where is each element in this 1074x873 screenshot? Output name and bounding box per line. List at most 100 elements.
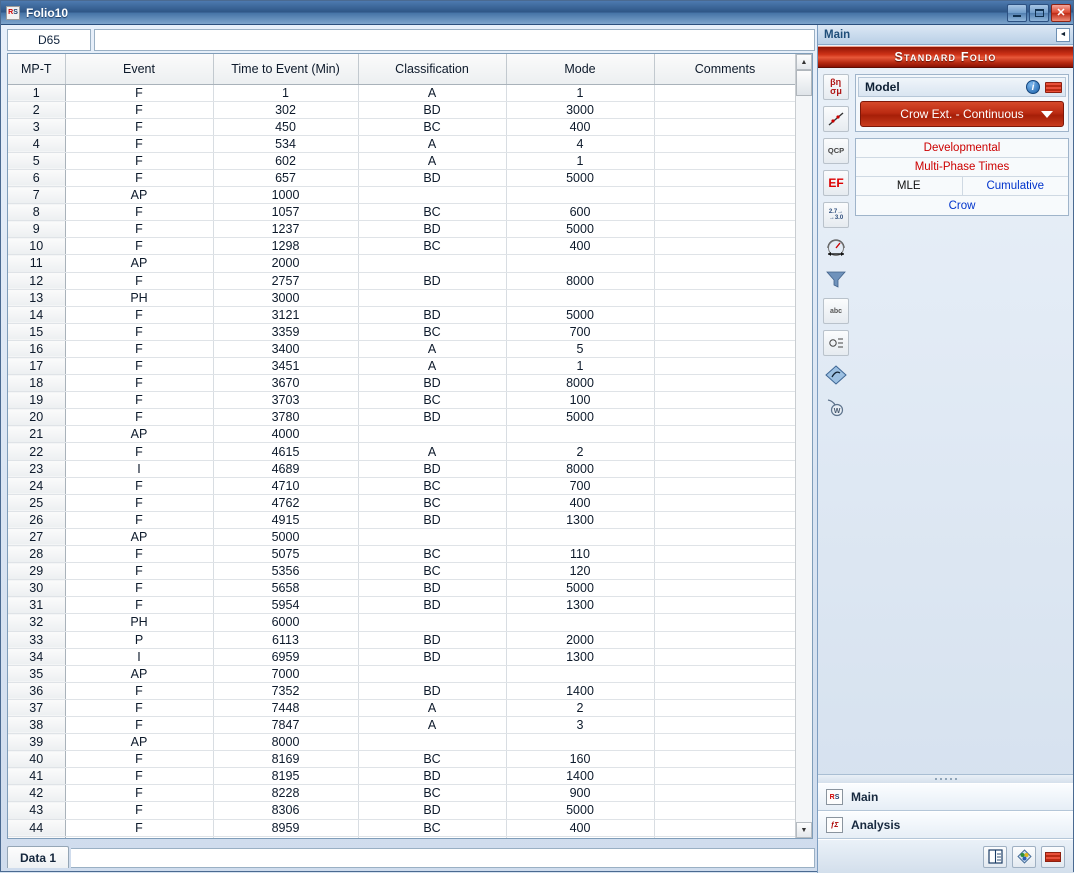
convert-units-icon[interactable]: 2.7→→3.0 (823, 202, 849, 228)
table-cell[interactable]: BD (358, 580, 506, 597)
table-cell[interactable] (654, 426, 795, 443)
row-header-cell[interactable]: 30 (8, 580, 65, 597)
row-header-cell[interactable]: 42 (8, 785, 65, 802)
row-header-cell[interactable]: 45 (8, 836, 65, 838)
row-header-cell[interactable]: 3 (8, 118, 65, 135)
table-cell[interactable]: 8959 (213, 819, 358, 836)
table-row[interactable]: 16F3400A5 (8, 340, 795, 357)
table-cell[interactable]: 160 (506, 751, 654, 768)
table-cell[interactable]: 3000 (213, 289, 358, 306)
table-cell[interactable] (358, 528, 506, 545)
table-cell[interactable] (506, 614, 654, 631)
scroll-track[interactable] (796, 70, 812, 822)
table-cell[interactable]: 6113 (213, 631, 358, 648)
table-cell[interactable]: F (65, 682, 213, 699)
table-cell[interactable]: 5000 (506, 409, 654, 426)
table-cell[interactable]: 6959 (213, 648, 358, 665)
table-cell[interactable] (358, 614, 506, 631)
table-cell[interactable]: BC (358, 204, 506, 221)
row-header-cell[interactable]: 33 (8, 631, 65, 648)
table-cell[interactable]: 3400 (213, 340, 358, 357)
table-cell[interactable]: F (65, 306, 213, 323)
table-cell[interactable]: BD (358, 802, 506, 819)
grid-vertical-scrollbar[interactable]: ▲ ▼ (795, 54, 812, 838)
table-cell[interactable]: BC (358, 392, 506, 409)
table-cell[interactable]: 400 (506, 238, 654, 255)
table-cell[interactable]: 5356 (213, 563, 358, 580)
table-cell[interactable] (654, 699, 795, 716)
row-header-cell[interactable]: 28 (8, 546, 65, 563)
table-row[interactable]: 4F534A4 (8, 135, 795, 152)
table-cell[interactable]: AP (65, 426, 213, 443)
table-cell[interactable] (506, 255, 654, 272)
row-header-cell[interactable]: 10 (8, 238, 65, 255)
row-header-cell[interactable]: 22 (8, 443, 65, 460)
table-cell[interactable] (654, 546, 795, 563)
row-header-cell[interactable]: 16 (8, 340, 65, 357)
table-cell[interactable]: F (65, 118, 213, 135)
collapse-panel-button[interactable]: ◄ (1056, 28, 1070, 42)
table-cell[interactable]: F (65, 238, 213, 255)
table-cell[interactable]: 400 (506, 118, 654, 135)
table-row[interactable]: 19F3703BC100 (8, 392, 795, 409)
table-cell[interactable]: 110 (506, 546, 654, 563)
table-cell[interactable]: F (65, 699, 213, 716)
table-cell[interactable] (654, 84, 795, 101)
row-header-cell[interactable]: 8 (8, 204, 65, 221)
table-row[interactable]: 11AP2000 (8, 255, 795, 272)
table-cell[interactable] (654, 580, 795, 597)
table-cell[interactable]: AP (65, 255, 213, 272)
table-cell[interactable]: 5658 (213, 580, 358, 597)
table-cell[interactable] (654, 169, 795, 186)
nav-item-main[interactable]: RS Main (818, 783, 1073, 811)
table-cell[interactable]: 3703 (213, 392, 358, 409)
red-menu-icon[interactable] (1045, 82, 1062, 93)
row-header-cell[interactable]: 34 (8, 648, 65, 665)
table-cell[interactable] (506, 528, 654, 545)
sheet-icon[interactable] (1041, 846, 1065, 868)
table-cell[interactable] (654, 494, 795, 511)
row-header-cell[interactable]: 6 (8, 169, 65, 186)
table-cell[interactable]: 4615 (213, 443, 358, 460)
row-header-cell[interactable]: 20 (8, 409, 65, 426)
table-cell[interactable]: BD (358, 101, 506, 118)
column-header-comments[interactable]: Comments (654, 54, 795, 84)
table-row[interactable]: 45AP9000 (8, 836, 795, 838)
row-header-cell[interactable]: 12 (8, 272, 65, 289)
table-cell[interactable]: BD (358, 511, 506, 528)
table-cell[interactable]: A (358, 340, 506, 357)
table-row[interactable]: 38F7847A3 (8, 716, 795, 733)
table-row[interactable]: 7AP1000 (8, 187, 795, 204)
table-cell[interactable]: I (65, 460, 213, 477)
table-cell[interactable]: BD (358, 631, 506, 648)
table-row[interactable]: 23I4689BD8000 (8, 460, 795, 477)
row-header-cell[interactable]: 38 (8, 716, 65, 733)
row-header-cell[interactable]: 11 (8, 255, 65, 272)
table-cell[interactable]: 5954 (213, 597, 358, 614)
row-header-cell[interactable]: 23 (8, 460, 65, 477)
table-cell[interactable] (654, 187, 795, 204)
table-cell[interactable]: BD (358, 768, 506, 785)
table-cell[interactable]: 5000 (213, 528, 358, 545)
table-cell[interactable]: 1 (506, 84, 654, 101)
table-cell[interactable]: BD (358, 306, 506, 323)
table-cell[interactable]: BC (358, 751, 506, 768)
table-cell[interactable]: P (65, 631, 213, 648)
table-cell[interactable] (654, 614, 795, 631)
table-cell[interactable] (654, 511, 795, 528)
funnel-filter-icon[interactable] (823, 266, 849, 292)
table-cell[interactable] (654, 785, 795, 802)
table-cell[interactable]: BC (358, 494, 506, 511)
table-cell[interactable]: 8169 (213, 751, 358, 768)
table-cell[interactable]: BD (358, 597, 506, 614)
table-cell[interactable]: F (65, 272, 213, 289)
table-row[interactable]: 22F4615A2 (8, 443, 795, 460)
formula-input[interactable] (94, 29, 815, 51)
info-icon[interactable]: i (1026, 80, 1040, 94)
table-cell[interactable]: 5000 (506, 802, 654, 819)
table-cell[interactable] (654, 819, 795, 836)
table-cell[interactable] (654, 152, 795, 169)
table-cell[interactable]: 4762 (213, 494, 358, 511)
table-cell[interactable] (654, 682, 795, 699)
table-cell[interactable]: F (65, 392, 213, 409)
